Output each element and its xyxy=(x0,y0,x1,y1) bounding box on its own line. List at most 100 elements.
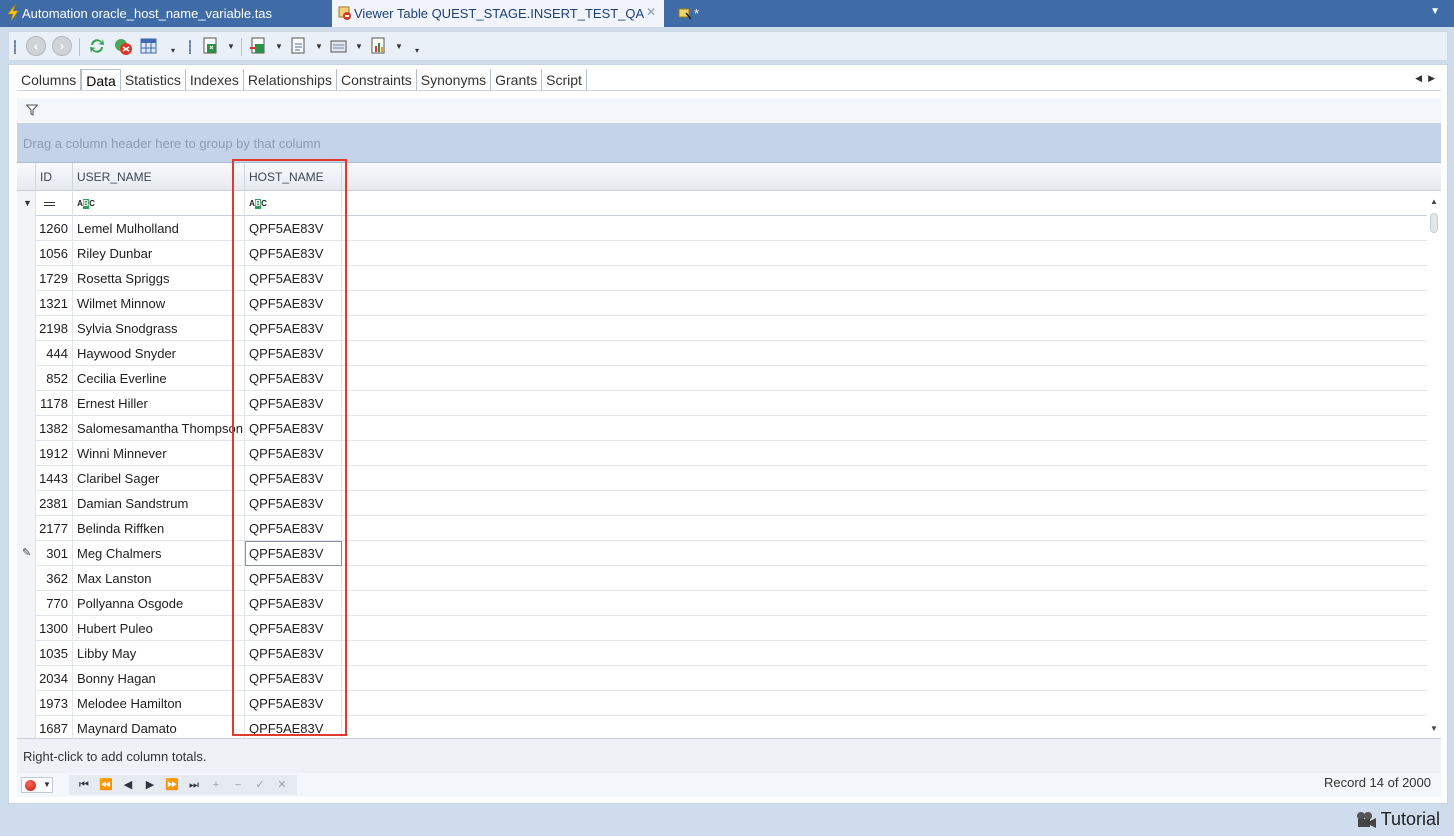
close-tab-icon[interactable]: ✕ xyxy=(646,5,656,19)
cell-id[interactable]: 1035 xyxy=(36,641,73,666)
column-header-user-name[interactable]: USER_NAME xyxy=(73,163,245,191)
cell-user-name[interactable]: Salomesamantha Thompson xyxy=(73,416,245,441)
export-icon[interactable] xyxy=(201,36,221,56)
row-indicator[interactable] xyxy=(17,466,36,491)
grid-options-icon[interactable] xyxy=(139,36,159,56)
refresh-icon[interactable] xyxy=(87,36,107,56)
import-icon[interactable] xyxy=(249,36,269,56)
grid-footer[interactable]: Right-click to add column totals. xyxy=(17,738,1441,773)
tab-columns[interactable]: Columns xyxy=(17,69,82,91)
cell-host-name[interactable]: QPF5AE83V xyxy=(245,691,342,716)
row-indicator[interactable] xyxy=(17,241,36,266)
cell-user-name[interactable]: Sylvia Snodgrass xyxy=(73,316,245,341)
cell-user-name[interactable]: Belinda Riffken xyxy=(73,516,245,541)
row-indicator[interactable] xyxy=(17,616,36,641)
cell-host-name[interactable]: QPF5AE83V xyxy=(245,591,342,616)
record-dropdown-icon[interactable]: ▼ xyxy=(43,780,51,789)
filter-cell-id[interactable] xyxy=(36,191,73,216)
compare-icon[interactable] xyxy=(289,36,309,56)
row-indicator[interactable]: ✎ xyxy=(17,541,36,566)
cell-host-name[interactable]: QPF5AE83V xyxy=(245,566,342,591)
tutorial-button[interactable]: Tutorial xyxy=(1355,809,1440,830)
cell-host-name[interactable]: QPF5AE83V xyxy=(245,341,342,366)
cell-host-name[interactable]: QPF5AE83V xyxy=(245,266,342,291)
scroll-right-icon[interactable]: ▶ xyxy=(1428,73,1435,83)
row-indicator[interactable] xyxy=(17,441,36,466)
equals-operator-icon[interactable] xyxy=(44,202,55,206)
row-indicator[interactable] xyxy=(17,691,36,716)
scroll-down-icon[interactable]: ▼ xyxy=(1430,724,1438,733)
table-row[interactable]: ✎ 301 Meg Chalmers QPF5AE83V xyxy=(17,541,1427,566)
text-operator-icon[interactable]: ABC xyxy=(249,199,269,209)
column-header-host-name[interactable]: HOST_NAME xyxy=(245,163,342,191)
cell-id[interactable]: 770 xyxy=(36,591,73,616)
row-indicator[interactable] xyxy=(17,666,36,691)
cell-user-name[interactable]: Claribel Sager xyxy=(73,466,245,491)
table-row[interactable]: 1729 Rosetta Spriggs QPF5AE83V xyxy=(17,266,1427,291)
cell-id[interactable]: 1687 xyxy=(36,716,73,738)
row-indicator[interactable] xyxy=(17,491,36,516)
row-indicator[interactable] xyxy=(17,516,36,541)
cell-id[interactable]: 1973 xyxy=(36,691,73,716)
column-header-id[interactable]: ID xyxy=(36,163,73,191)
tab-script[interactable]: Script xyxy=(542,69,587,91)
cell-user-name[interactable]: Pollyanna Osgode xyxy=(73,591,245,616)
filter-cell-user-name[interactable]: ABC xyxy=(73,191,245,216)
chart-dropdown-icon[interactable]: ▼ xyxy=(395,42,403,51)
cell-host-name[interactable]: QPF5AE83V xyxy=(245,666,342,691)
cell-user-name[interactable]: Libby May xyxy=(73,641,245,666)
cell-id[interactable]: 1178 xyxy=(36,391,73,416)
group-by-panel[interactable]: Drag a column header here to group by th… xyxy=(17,123,1441,163)
cell-user-name[interactable]: Maynard Damato xyxy=(73,716,245,738)
row-indicator[interactable] xyxy=(17,316,36,341)
cell-user-name[interactable]: Riley Dunbar xyxy=(73,241,245,266)
cell-user-name[interactable]: Cecilia Everline xyxy=(73,366,245,391)
table-row[interactable]: 1260 Lemel Mulholland QPF5AE83V xyxy=(17,216,1427,241)
table-row[interactable]: 1300 Hubert Puleo QPF5AE83V xyxy=(17,616,1427,641)
post-edit-icon[interactable]: ✓ xyxy=(249,775,271,795)
delete-record-icon[interactable]: − xyxy=(227,775,249,795)
row-indicator[interactable] xyxy=(17,366,36,391)
cell-user-name[interactable]: Damian Sandstrum xyxy=(73,491,245,516)
insert-record-icon[interactable]: + xyxy=(205,775,227,795)
cell-id[interactable]: 2198 xyxy=(36,316,73,341)
cell-id[interactable]: 301 xyxy=(36,541,73,566)
cell-host-name[interactable]: QPF5AE83V xyxy=(245,491,342,516)
cell-id[interactable]: 852 xyxy=(36,366,73,391)
table-row[interactable]: 1687 Maynard Damato QPF5AE83V xyxy=(17,716,1427,738)
text-operator-icon[interactable]: ABC xyxy=(77,199,97,209)
cell-id[interactable]: 1729 xyxy=(36,266,73,291)
tab-indexes[interactable]: Indexes xyxy=(186,69,244,91)
cell-id[interactable]: 1300 xyxy=(36,616,73,641)
scroll-up-icon[interactable]: ▲ xyxy=(1430,197,1438,206)
tab-synonyms[interactable]: Synonyms xyxy=(417,69,492,91)
scroll-left-icon[interactable]: ◀ xyxy=(1415,73,1422,83)
table-row[interactable]: 2198 Sylvia Snodgrass QPF5AE83V xyxy=(17,316,1427,341)
cell-id[interactable]: 1382 xyxy=(36,416,73,441)
cell-id[interactable]: 2381 xyxy=(36,491,73,516)
cell-id[interactable]: 1056 xyxy=(36,241,73,266)
tab-list-dropdown-icon[interactable]: ▼ xyxy=(1430,6,1440,17)
toolbar-overflow-icon[interactable]: ▾ xyxy=(415,46,419,55)
row-indicator[interactable] xyxy=(17,591,36,616)
row-indicator[interactable] xyxy=(17,391,36,416)
cell-host-name[interactable]: QPF5AE83V xyxy=(245,641,342,666)
back-button[interactable]: ‹ xyxy=(26,36,46,56)
last-record-icon[interactable]: ⏭ xyxy=(183,775,205,795)
stop-refresh-icon[interactable] xyxy=(113,36,133,56)
cell-host-name[interactable]: QPF5AE83V xyxy=(245,416,342,441)
table-row[interactable]: 2034 Bonny Hagan QPF5AE83V xyxy=(17,666,1427,691)
cell-user-name[interactable]: Wilmet Minnow xyxy=(73,291,245,316)
next-page-icon[interactable]: ⏩ xyxy=(161,775,183,795)
table-row[interactable]: 1443 Claribel Sager QPF5AE83V xyxy=(17,466,1427,491)
toolbar-grip[interactable] xyxy=(189,40,191,54)
cell-user-name[interactable]: Lemel Mulholland xyxy=(73,216,245,241)
table-row[interactable]: 2381 Damian Sandstrum QPF5AE83V xyxy=(17,491,1427,516)
forward-button[interactable]: › xyxy=(52,36,72,56)
tab-grants[interactable]: Grants xyxy=(491,69,543,91)
cell-user-name[interactable]: Rosetta Spriggs xyxy=(73,266,245,291)
table-row[interactable]: 852 Cecilia Everline QPF5AE83V xyxy=(17,366,1427,391)
cell-user-name[interactable]: Hubert Puleo xyxy=(73,616,245,641)
cell-user-name[interactable]: Haywood Snyder xyxy=(73,341,245,366)
table-row[interactable]: 1973 Melodee Hamilton QPF5AE83V xyxy=(17,691,1427,716)
